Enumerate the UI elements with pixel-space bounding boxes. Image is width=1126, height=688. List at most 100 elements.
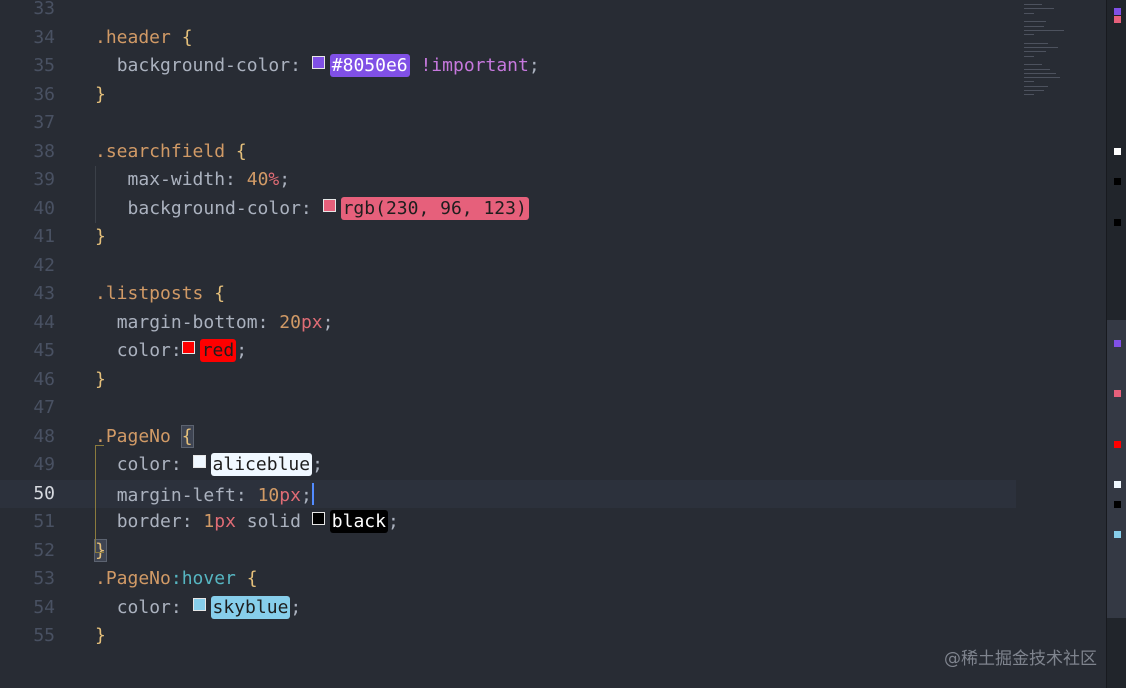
- code-token: !important: [420, 55, 529, 76]
- code-token: ;: [322, 311, 334, 333]
- code-line[interactable]: 55}: [0, 622, 1016, 651]
- line-number: 43: [33, 283, 55, 304]
- color-value-highlight: skyblue: [210, 595, 291, 619]
- code-token: {: [181, 26, 193, 48]
- color-swatch[interactable]: [192, 455, 206, 468]
- line-number: 54: [33, 596, 55, 618]
- code-line[interactable]: 53 .PageNo:hover {: [0, 565, 1016, 594]
- code-token: color:: [116, 596, 193, 618]
- minimap[interactable]: [1016, 0, 1106, 688]
- minimap-line: [1024, 85, 1048, 87]
- code-token: background-color:: [116, 55, 312, 76]
- minimap-line: [1024, 90, 1044, 91]
- color-swatch[interactable]: [181, 341, 195, 354]
- code-line[interactable]: 36}: [0, 81, 1016, 110]
- minimap-line: [1024, 42, 1048, 44]
- code-token: color:: [116, 340, 182, 361]
- code-line[interactable]: 50 margin-left: 10px;: [0, 479, 1016, 508]
- minimap-line: [1024, 47, 1058, 48]
- code-line[interactable]: 46}: [0, 366, 1016, 395]
- code-line[interactable]: 51 border: 1px solid black;: [0, 508, 1016, 537]
- indent-guide: [95, 166, 96, 223]
- code-line[interactable]: 43 .listposts {: [0, 280, 1016, 309]
- code-token: px: [279, 484, 301, 506]
- minimap-line: [1024, 94, 1034, 96]
- color-swatch[interactable]: [322, 198, 336, 212]
- code-text: color: skyblue;: [95, 595, 301, 619]
- scrollbar-thumb[interactable]: [1107, 320, 1126, 618]
- color-value-highlight: red: [199, 339, 237, 362]
- line-number: 48: [33, 425, 55, 447]
- code-token: ;: [300, 484, 312, 506]
- code-token: ;: [279, 169, 291, 190]
- code-line[interactable]: 40 background-color: rgb(230, 96, 123): [0, 195, 1016, 224]
- line-number: 33: [33, 0, 55, 19]
- text-cursor: [311, 482, 314, 505]
- code-text: .listposts {: [95, 283, 225, 304]
- code-text: border: 1px solid black;: [95, 510, 399, 533]
- code-line[interactable]: 35 background-color: #8050e6 !important;: [0, 52, 1016, 81]
- line-number: 35: [33, 55, 55, 76]
- code-line[interactable]: 49 color: aliceblue;: [0, 451, 1016, 480]
- code-token: 10: [257, 484, 280, 506]
- code-line[interactable]: 54 color: skyblue;: [0, 594, 1016, 623]
- code-line[interactable]: 42: [0, 252, 1016, 281]
- code-token: ;: [236, 340, 248, 361]
- line-number: 51: [33, 511, 55, 532]
- color-value-highlight: #8050e6: [329, 54, 410, 77]
- line-number: 55: [33, 625, 55, 646]
- code-token: px: [300, 311, 323, 333]
- code-text: color: aliceblue;: [95, 453, 323, 476]
- code-line[interactable]: 39 max-width: 40%;: [0, 166, 1016, 195]
- color-value-highlight: black: [329, 510, 388, 533]
- color-swatch[interactable]: [311, 56, 325, 69]
- scrollbar-color-mark: [1114, 16, 1121, 23]
- code-token: 20: [279, 311, 301, 333]
- minimap-line: [1024, 8, 1054, 10]
- code-line[interactable]: 52}: [0, 537, 1016, 566]
- vertical-scrollbar[interactable]: [1106, 0, 1126, 688]
- code-text: color: red;: [95, 339, 248, 362]
- code-text: }: [95, 226, 106, 247]
- scrollbar-color-mark: [1114, 8, 1121, 15]
- minimap-line: [1024, 29, 1064, 31]
- scrollbar-color-mark: [1114, 481, 1121, 488]
- code-token: {: [235, 140, 247, 162]
- code-text: .header {: [95, 27, 193, 48]
- code-line[interactable]: 34 .header {: [0, 24, 1016, 53]
- code-token: }: [95, 625, 106, 646]
- code-line[interactable]: 47: [0, 394, 1016, 423]
- code-line[interactable]: 41}: [0, 223, 1016, 252]
- code-editor[interactable]: 33 34 .header {35 background-color: #8050e…: [0, 0, 1106, 688]
- line-number: 53: [33, 568, 55, 589]
- code-token: .PageNo: [95, 425, 171, 447]
- line-number: 39: [33, 169, 55, 190]
- minimap-line: [1024, 55, 1034, 57]
- code-line[interactable]: 48 .PageNo {: [0, 423, 1016, 452]
- code-line[interactable]: 33: [0, 0, 1016, 24]
- line-number: 37: [33, 112, 55, 133]
- color-swatch[interactable]: [192, 597, 206, 611]
- code-line[interactable]: 37: [0, 109, 1016, 138]
- code-token: ;: [528, 55, 540, 76]
- code-token: {: [180, 424, 194, 448]
- code-token: 40: [246, 169, 269, 190]
- code-text: background-color: #8050e6 !important;: [95, 54, 540, 77]
- line-number: 45: [33, 340, 55, 361]
- code-line[interactable]: 38 .searchfield {: [0, 138, 1016, 167]
- code-line[interactable]: 45 color: red;: [0, 337, 1016, 366]
- line-number: 38: [33, 140, 55, 162]
- color-swatch[interactable]: [311, 512, 325, 525]
- code-line[interactable]: 44 margin-bottom: 20px;: [0, 309, 1016, 338]
- line-number: 47: [33, 397, 55, 418]
- minimap-line: [1024, 68, 1050, 70]
- code-token: }: [95, 226, 106, 247]
